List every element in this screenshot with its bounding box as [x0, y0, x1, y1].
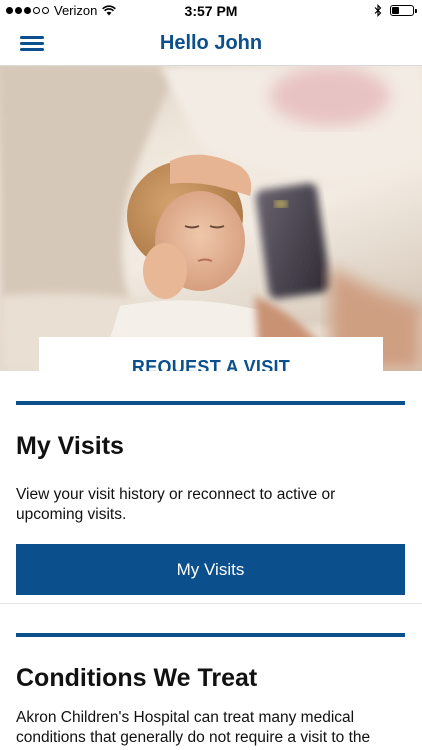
conditions-description: Akron Children's Hospital can treat many… — [16, 709, 371, 746]
hero-banner: REQUEST A VISIT — [0, 66, 422, 371]
hamburger-menu-icon[interactable] — [18, 33, 46, 55]
status-time: 3:57 PM — [184, 3, 238, 19]
battery-level-fill — [392, 7, 399, 14]
battery-icon — [390, 5, 417, 16]
section-divider — [16, 401, 405, 405]
my-visits-description: View your visit history or reconnect to … — [16, 486, 336, 523]
navigation-bar: Hello John — [0, 22, 422, 66]
status-bar: Verizon 3:57 PM — [0, 0, 422, 22]
request-visit-button[interactable]: REQUEST A VISIT — [39, 337, 383, 371]
section-divider — [16, 633, 405, 637]
status-right — [374, 4, 417, 17]
section-separator — [0, 603, 422, 604]
bluetooth-icon — [374, 4, 382, 17]
hero-photo — [0, 66, 422, 371]
my-visits-title: My Visits — [16, 432, 124, 460]
my-visits-button[interactable]: My Visits — [16, 544, 405, 595]
conditions-title: Conditions We Treat — [16, 664, 258, 692]
page-title: Hello John — [159, 32, 263, 54]
